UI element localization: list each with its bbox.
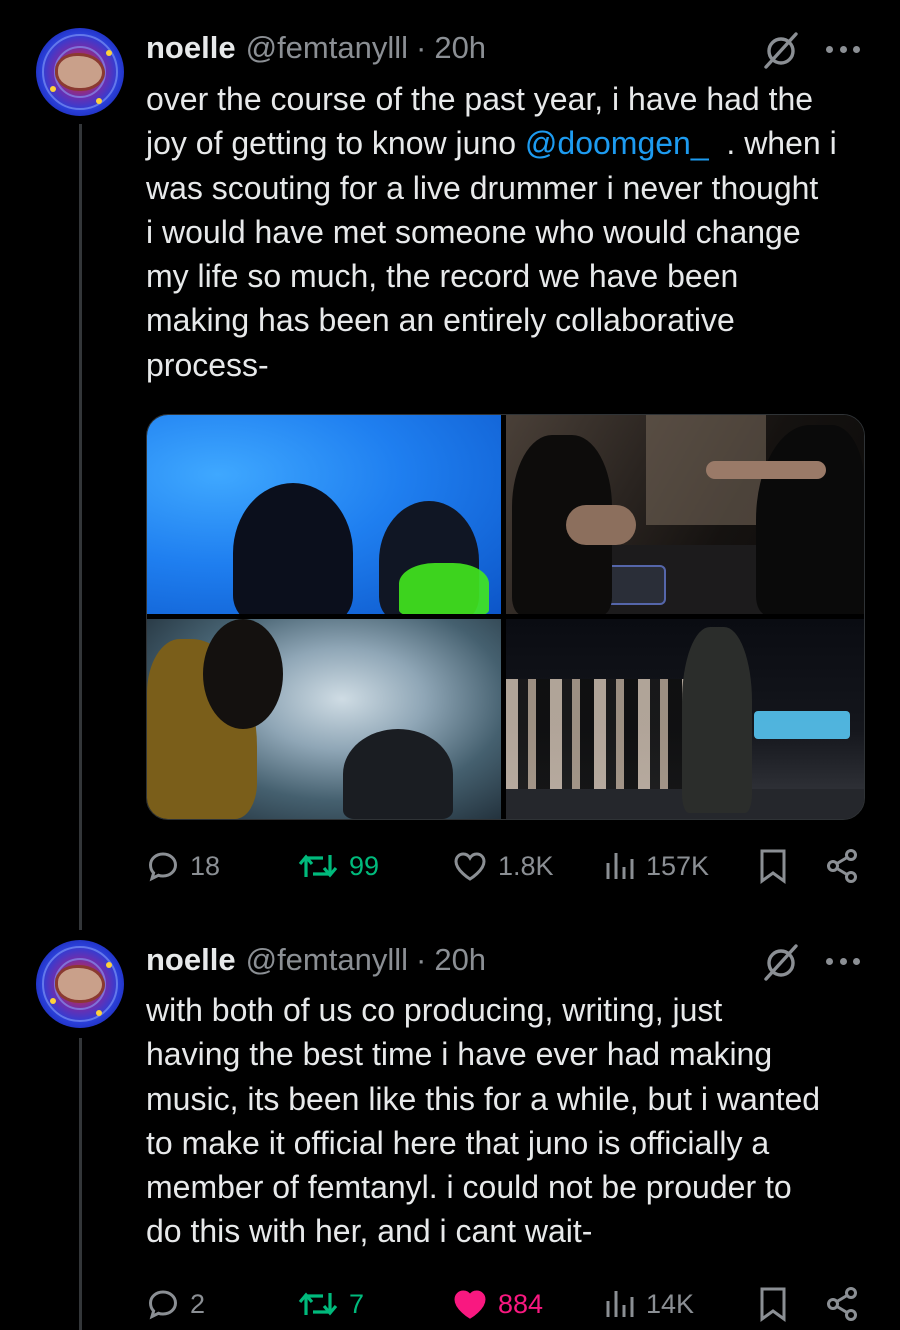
views-icon	[606, 1291, 634, 1317]
separator-dot: ·	[416, 30, 427, 65]
grok-icon[interactable]	[762, 30, 800, 70]
like-icon	[454, 1290, 486, 1319]
tweet-actions: 18 99 1.8K 157K	[146, 846, 866, 886]
reply-button[interactable]: 18	[146, 846, 220, 886]
repost-icon	[298, 1292, 338, 1316]
tweet-text: with both of us co producing, writing, j…	[146, 992, 821, 1250]
repost-button[interactable]: 7	[297, 1284, 364, 1324]
tweet[interactable]: noelle @femtanylll · 20h with both of us…	[0, 930, 900, 1330]
bookmark-icon	[760, 849, 786, 884]
views-count: 157K	[646, 850, 710, 881]
author-name[interactable]: noelle	[146, 30, 236, 66]
media-grid	[146, 414, 865, 820]
reply-icon	[148, 1290, 178, 1320]
tweet[interactable]: noelle @femtanylll · 20h over the course…	[0, 0, 900, 930]
thread: noelle @femtanylll · 20h over the course…	[0, 0, 900, 1330]
share-button[interactable]	[824, 846, 860, 886]
reply-button[interactable]: 2	[146, 1284, 205, 1324]
photo-3[interactable]	[147, 619, 501, 819]
more-icon[interactable]	[826, 43, 860, 55]
more-icon[interactable]	[826, 955, 860, 967]
thread-connector	[79, 1038, 82, 1330]
mention-link[interactable]: @doomgen_	[525, 125, 709, 161]
author-handle[interactable]: @femtanylll	[246, 942, 408, 978]
like-icon	[454, 852, 486, 881]
timestamp[interactable]: 20h	[434, 30, 486, 66]
views-button[interactable]: 14K	[604, 1284, 694, 1324]
tweet-actions: 2 7 884 14K	[146, 1284, 866, 1324]
photo-1[interactable]	[147, 415, 501, 614]
repost-count: 7	[349, 1288, 365, 1319]
avatar[interactable]	[36, 940, 124, 1028]
author-name[interactable]: noelle	[146, 942, 236, 978]
views-icon	[606, 853, 634, 879]
reply-icon	[148, 852, 178, 882]
bookmark-button[interactable]	[758, 846, 788, 886]
avatar[interactable]	[36, 28, 124, 116]
reply-count: 2	[190, 1288, 206, 1319]
timestamp[interactable]: 20h	[434, 942, 486, 978]
views-button[interactable]: 157K	[604, 846, 709, 886]
share-icon	[827, 1287, 857, 1321]
like-count: 884	[498, 1288, 544, 1319]
bookmark-button[interactable]	[758, 1284, 788, 1324]
share-button[interactable]	[824, 1284, 860, 1324]
tweet-text: over the course of the past year, i have…	[146, 81, 837, 383]
grok-icon[interactable]	[762, 942, 800, 982]
repost-count: 99	[349, 850, 380, 881]
like-button[interactable]: 1.8K	[452, 846, 554, 886]
photo-2[interactable]	[506, 415, 864, 614]
share-icon	[827, 849, 857, 883]
reply-count: 18	[190, 850, 221, 881]
views-count: 14K	[646, 1288, 695, 1319]
like-count: 1.8K	[498, 850, 554, 881]
bookmark-icon	[760, 1287, 786, 1322]
like-button[interactable]: 884	[452, 1284, 543, 1324]
photo-4[interactable]	[506, 619, 864, 819]
tweet-header: noelle @femtanylll · 20h	[146, 28, 486, 68]
repost-icon	[298, 854, 338, 878]
separator-dot: ·	[416, 942, 427, 977]
author-handle[interactable]: @femtanylll	[246, 30, 408, 66]
repost-button[interactable]: 99	[297, 846, 379, 886]
tweet-header: noelle @femtanylll · 20h	[146, 940, 486, 980]
thread-connector	[79, 124, 82, 930]
